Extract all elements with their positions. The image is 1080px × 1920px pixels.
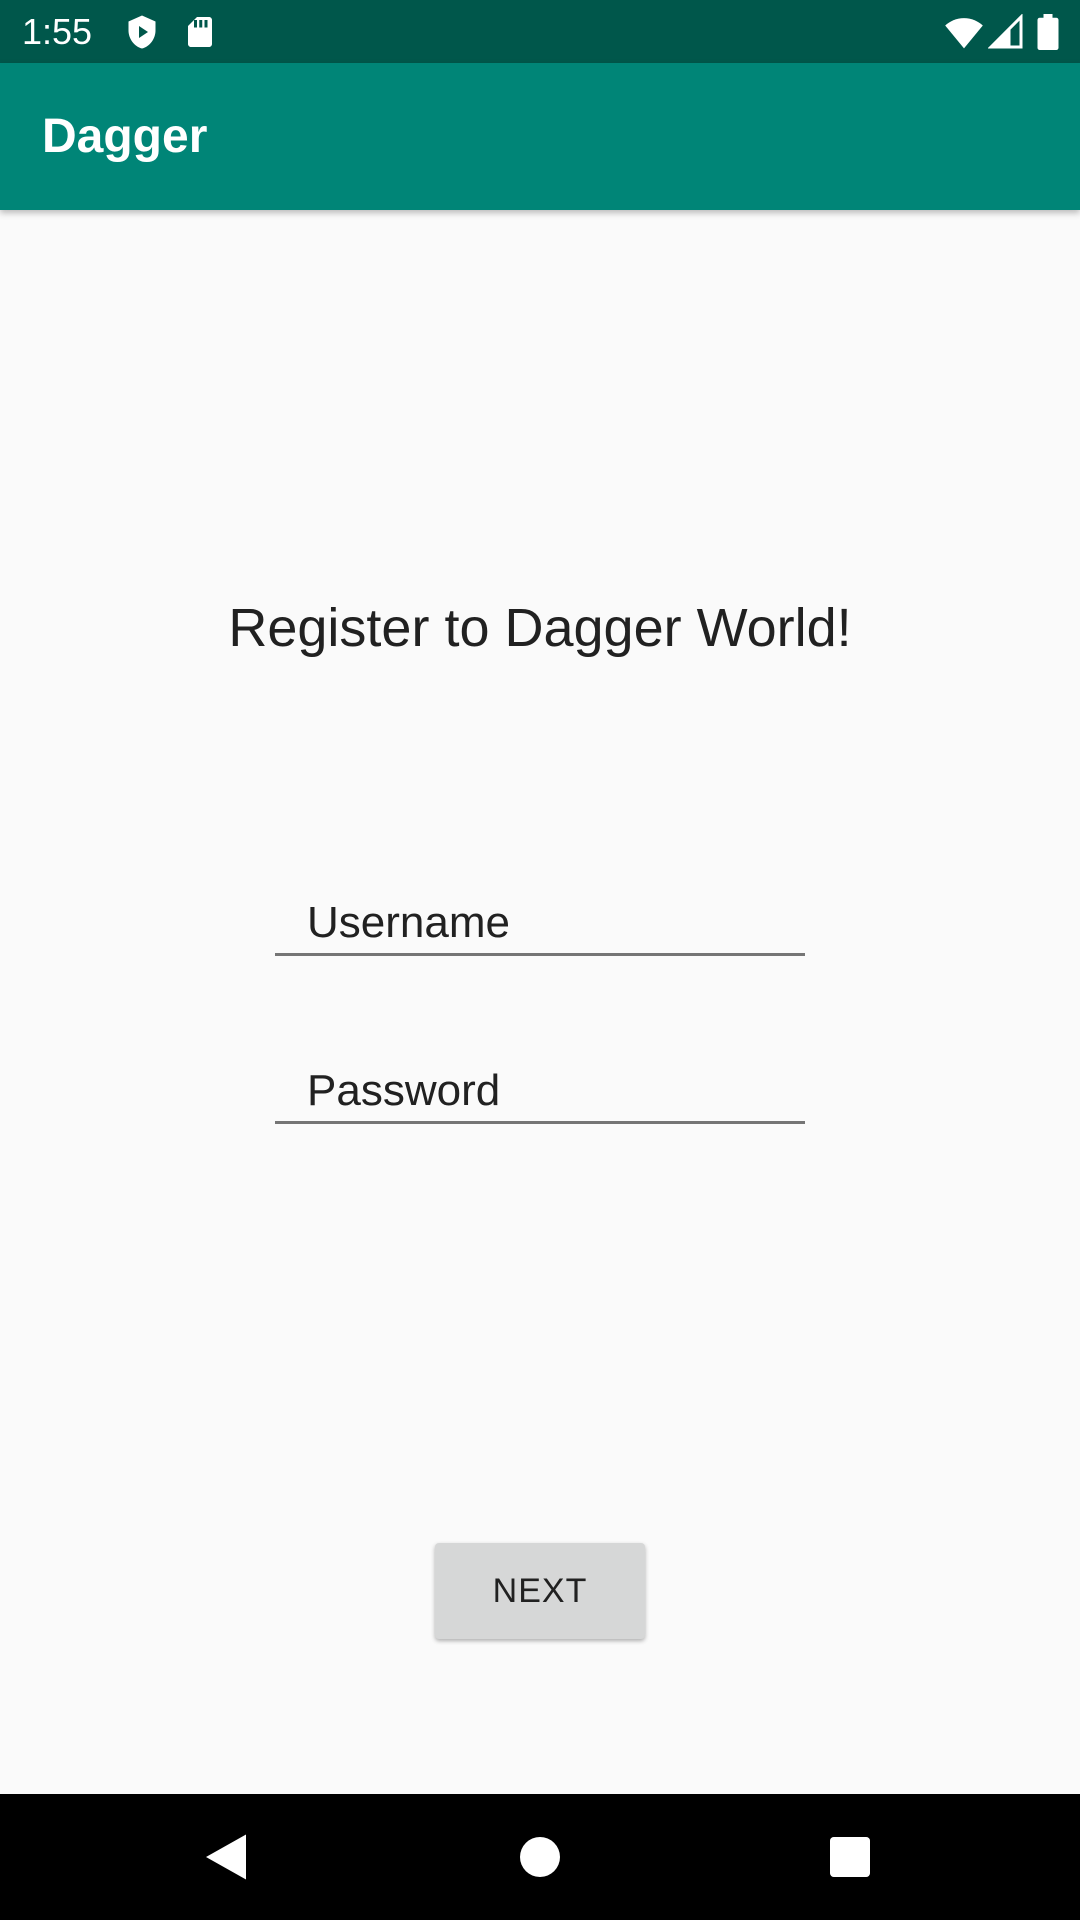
next-button[interactable]: NEXT xyxy=(435,1543,645,1639)
cell-signal-icon xyxy=(987,13,1024,50)
status-time: 1:55 xyxy=(22,11,93,52)
home-icon[interactable] xyxy=(510,1827,570,1887)
password-input[interactable] xyxy=(275,1060,805,1124)
play-protect-icon xyxy=(124,14,160,50)
app-title: Dagger xyxy=(42,110,208,163)
username-field xyxy=(275,892,805,962)
page-title: Register to Dagger World! xyxy=(228,598,852,658)
back-icon[interactable] xyxy=(196,1827,256,1887)
sd-card-icon xyxy=(182,14,218,50)
app-bar: Dagger xyxy=(0,63,1080,210)
username-input[interactable] xyxy=(275,892,805,956)
register-screen: 1:55 Dagger Register to Dagger World! Us… xyxy=(0,0,1080,1920)
wifi-icon xyxy=(944,14,984,50)
password-field xyxy=(275,1060,805,1130)
recents-icon[interactable] xyxy=(820,1827,880,1887)
navigation-bar xyxy=(0,1794,1080,1920)
status-bar: 1:55 xyxy=(0,0,1080,63)
battery-icon xyxy=(1036,14,1060,50)
